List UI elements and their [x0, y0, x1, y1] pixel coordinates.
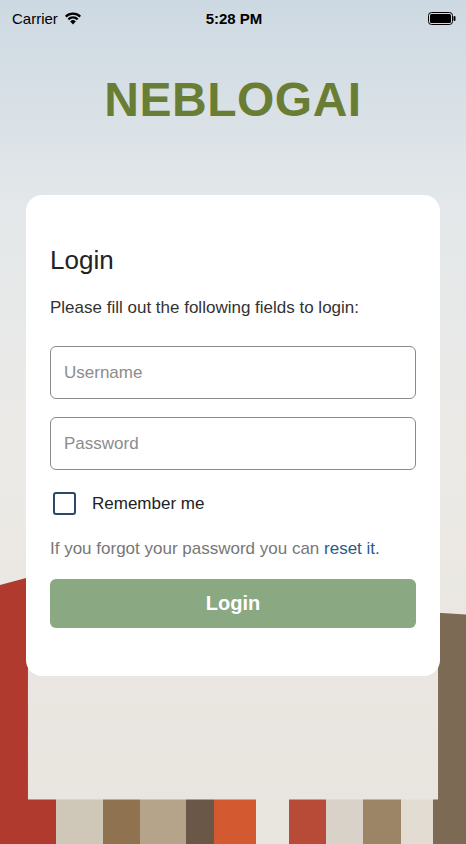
remember-label: Remember me: [92, 494, 204, 514]
wifi-icon: [64, 12, 82, 25]
username-input[interactable]: [50, 346, 416, 399]
battery-icon: [428, 12, 456, 25]
password-input[interactable]: [50, 417, 416, 470]
login-title: Login: [50, 245, 416, 276]
login-screen: Carrier 5:28 PM NEBLOGAI Login Please fi…: [0, 0, 466, 844]
app-logo: NEBLOGAI: [104, 72, 361, 127]
forgot-text: If you forgot your password you can rese…: [50, 539, 416, 559]
login-subtitle: Please fill out the following fields to …: [50, 298, 416, 318]
login-card: Login Please fill out the following fiel…: [26, 195, 440, 676]
carrier-label: Carrier: [12, 10, 58, 27]
login-button[interactable]: Login: [50, 579, 416, 628]
reset-link[interactable]: reset it.: [324, 539, 380, 558]
remember-checkbox[interactable]: [53, 492, 76, 515]
status-bar: Carrier 5:28 PM: [0, 0, 466, 36]
remember-me[interactable]: Remember me: [53, 492, 416, 515]
clock: 5:28 PM: [206, 10, 263, 27]
